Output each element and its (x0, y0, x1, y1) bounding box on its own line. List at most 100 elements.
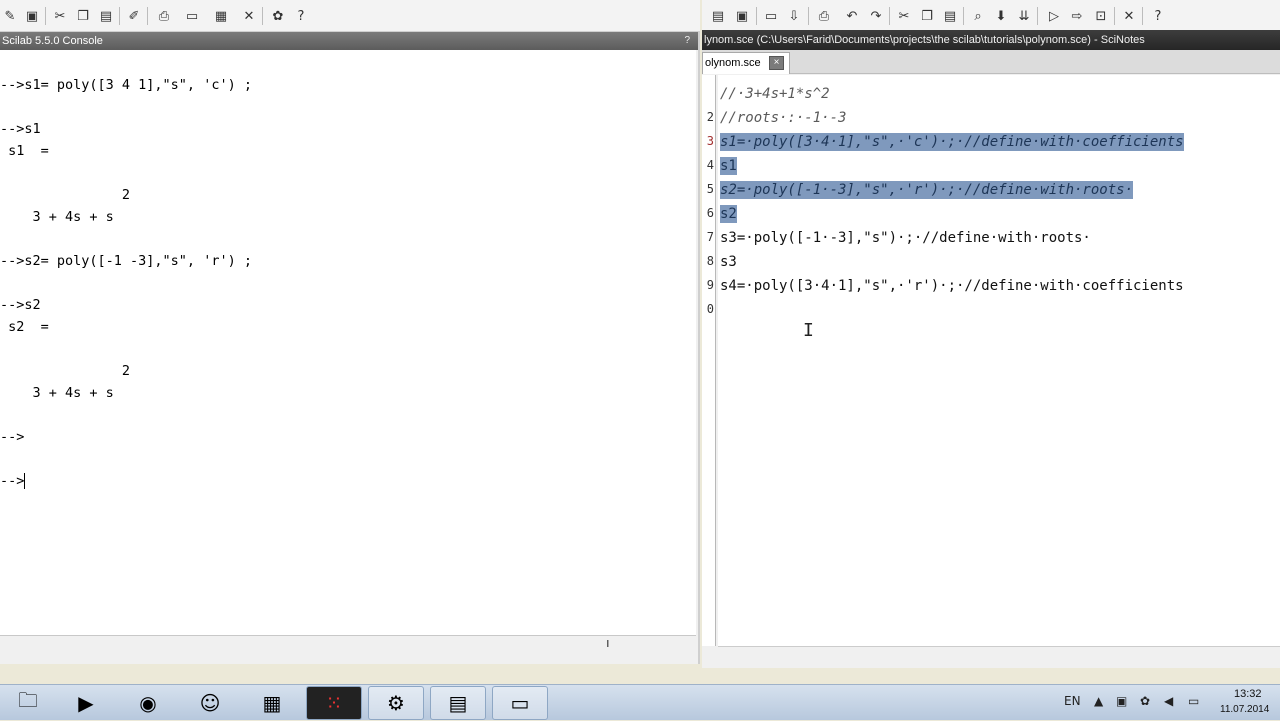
line-number: 9 (706, 278, 714, 292)
line-number: 8 (706, 254, 714, 268)
copy-icon[interactable]: ❐ (73, 6, 93, 26)
file-manager-icon[interactable]: ▭ (492, 686, 548, 720)
code-line: s3=·poly([-1·-3],"s")·;·//define·with·ro… (720, 230, 1091, 246)
console-title: Scilab 5.5.0 Console (2, 35, 103, 47)
open-file-icon[interactable]: ▤ (708, 6, 728, 26)
code-line-selected: s1=·poly([3·4·1],"s",·'c')·;·//define·wi… (720, 133, 1184, 151)
security-tray-icon[interactable]: ✿ (1140, 694, 1150, 708)
language-indicator[interactable]: EN (1064, 694, 1081, 708)
cut-icon[interactable]: ✂ (894, 6, 914, 26)
preferences-icon[interactable]: ✕ (239, 6, 259, 26)
print-icon[interactable]: ⎙ (814, 6, 834, 26)
line-number: 4 (706, 158, 714, 172)
ibeam-cursor: I (803, 320, 814, 341)
console-line: s1 = (0, 143, 49, 159)
line-number: 6 (706, 206, 714, 220)
code-line: s4=·poly([3·4·1],"s",·'r')·;·//define·wi… (720, 278, 1184, 294)
status-mark: ı (606, 635, 610, 650)
line-number: 2 (706, 110, 714, 124)
paste-icon[interactable]: ▤ (940, 6, 960, 26)
run-selection-icon[interactable]: ⊡ (1091, 6, 1111, 26)
console-line: s2 = (0, 319, 49, 335)
line-number: 5 (706, 182, 714, 196)
redo-icon[interactable]: ↷ (866, 6, 886, 26)
network-tray-icon[interactable]: ▣ (1116, 694, 1127, 708)
console-toolbar: ✎ ▣ ✂ ❐ ▤ ✐ ⎙ ▭ ▦ ✕ ✿ ? (0, 0, 700, 32)
console-line: 2 (0, 187, 131, 203)
scinotes-toolbar: ▤ ▣ ▭ ⇩ ⎙ ↶ ↷ ✂ ❐ ▤ ⌕ ⬇ ⇊ ▷ ⇨ ⊡ ✕ ? (702, 0, 1280, 32)
console-output[interactable]: -->s1= poly([3 4 1],"s", 'c') ; -->s1 s1… (0, 50, 696, 636)
file-tab[interactable]: olynom.sce × (702, 52, 790, 74)
explorer-icon[interactable]: 🗀 (0, 686, 56, 720)
tools-icon[interactable]: ✕ (1119, 6, 1139, 26)
code-line-selected: s2=·poly([-1·-3],"s",·'r')·;·//define·wi… (720, 181, 1134, 199)
console-line: 2 (0, 363, 131, 379)
scinotes-window: ▤ ▣ ▭ ⇩ ⎙ ↶ ↷ ✂ ❐ ▤ ⌕ ⬇ ⇊ ▷ ⇨ ⊡ ✕ ? lyno… (702, 0, 1280, 668)
media-player-icon[interactable]: ▶ (58, 686, 114, 720)
run-icon[interactable]: ▷ (1044, 6, 1064, 26)
console-line: 3 + 4s + s (0, 209, 114, 225)
text-caret (24, 473, 26, 489)
scinotes-tabbar: olynom.sce × (702, 50, 1280, 74)
console-line: -->s2 (0, 297, 41, 313)
scilab-console-icon[interactable]: ⚙ (368, 686, 424, 720)
save-icon[interactable]: ▣ (22, 6, 42, 26)
code-editor[interactable]: //·3+4s+1*s^2 //roots·:·-1·-3 s1=·poly([… (718, 75, 1280, 646)
undo-icon[interactable]: ↶ (842, 6, 862, 26)
execute-load-icon[interactable]: ⬇ (991, 6, 1011, 26)
cut-icon[interactable]: ✂ (50, 6, 70, 26)
run-file-icon[interactable]: ⇨ (1067, 6, 1087, 26)
undock-button[interactable]: ? (684, 32, 690, 50)
line-number-gutter: 2 3 4 5 6 7 8 9 0 (702, 75, 716, 646)
scinotes-icon[interactable]: ▤ (430, 686, 486, 720)
line-number: 7 (706, 230, 714, 244)
print-setup-icon[interactable]: ▭ (182, 6, 202, 26)
clock-date[interactable]: 11.07.2014 (1220, 704, 1269, 715)
save-icon[interactable]: ▣ (732, 6, 752, 26)
console-line: --> (0, 429, 25, 445)
console-line: -->s1= poly([3 4 1],"s", 'c') ; (0, 77, 252, 93)
action-center-icon[interactable]: ▭ (1188, 694, 1199, 708)
console-prompt-text: --> (0, 473, 25, 489)
copy-icon[interactable]: ❐ (917, 6, 937, 26)
line-number: 0 (706, 302, 714, 316)
export-icon[interactable]: ⇩ (784, 6, 804, 26)
console-line: -->s1 (0, 121, 41, 137)
calculator-icon[interactable]: ▦ (244, 686, 300, 720)
console-prompt[interactable]: --> (0, 473, 26, 489)
code-line-selected: s1 (720, 157, 737, 175)
taskbar: 🗀 ▶ ◉ ☺ ▦ ⁙ ⚙ ▤ ▭ EN ▲ ▣ ✿ ◀ ▭ 13:32 11.… (0, 684, 1280, 720)
system-tray: EN ▲ ▣ ✿ ◀ ▭ 13:32 11.07.2014 (1060, 685, 1280, 721)
console-titlebar: Scilab 5.5.0 Console ? (0, 32, 698, 50)
scinotes-titlebar: lynom.sce (C:\Users\Farid\Documents\proj… (702, 30, 1280, 50)
console-window: ✎ ▣ ✂ ❐ ▤ ✐ ⎙ ▭ ▦ ✕ ✿ ? Scilab 5.5.0 Con… (0, 0, 700, 664)
firefox-icon[interactable]: ◉ (120, 686, 176, 720)
volume-icon[interactable]: ◀ (1164, 694, 1173, 708)
file-tab-label: olynom.sce (705, 57, 761, 69)
code-line: s3 (720, 254, 737, 270)
horizontal-scrollbar[interactable] (718, 646, 1280, 668)
tray-expand-icon[interactable]: ▲ (1094, 694, 1103, 708)
code-line: //·3+4s+1*s^2 (720, 86, 830, 102)
edit-pen-icon[interactable]: ✐ (124, 6, 144, 26)
edit-icon[interactable]: ✎ (0, 6, 20, 26)
console-line: -->s2= poly([-1 -3],"s", 'r') ; (0, 253, 252, 269)
execute-echo-icon[interactable]: ⇊ (1014, 6, 1034, 26)
code-line: //roots·:·-1·-3 (720, 110, 847, 126)
console-statusbar: ı (0, 635, 696, 664)
save-as-icon[interactable]: ▭ (761, 6, 781, 26)
scilab-graphics-icon[interactable]: ⁙ (306, 686, 362, 720)
code-line-selected: s2 (720, 205, 737, 223)
help-icon[interactable]: ? (291, 6, 311, 26)
find-icon[interactable]: ⌕ (968, 6, 988, 26)
console-line: 3 + 4s + s (0, 385, 114, 401)
paste-icon[interactable]: ▤ (96, 6, 116, 26)
print-icon[interactable]: ⎙ (154, 6, 174, 26)
modules-icon[interactable]: ✿ (268, 6, 288, 26)
close-tab-icon[interactable]: × (769, 56, 784, 70)
line-number: 3 (706, 134, 714, 148)
clock-time[interactable]: 13:32 (1234, 688, 1262, 700)
network-icon[interactable]: ☺ (182, 686, 238, 720)
help-icon[interactable]: ? (1148, 6, 1168, 26)
graphics-icon[interactable]: ▦ (211, 6, 231, 26)
